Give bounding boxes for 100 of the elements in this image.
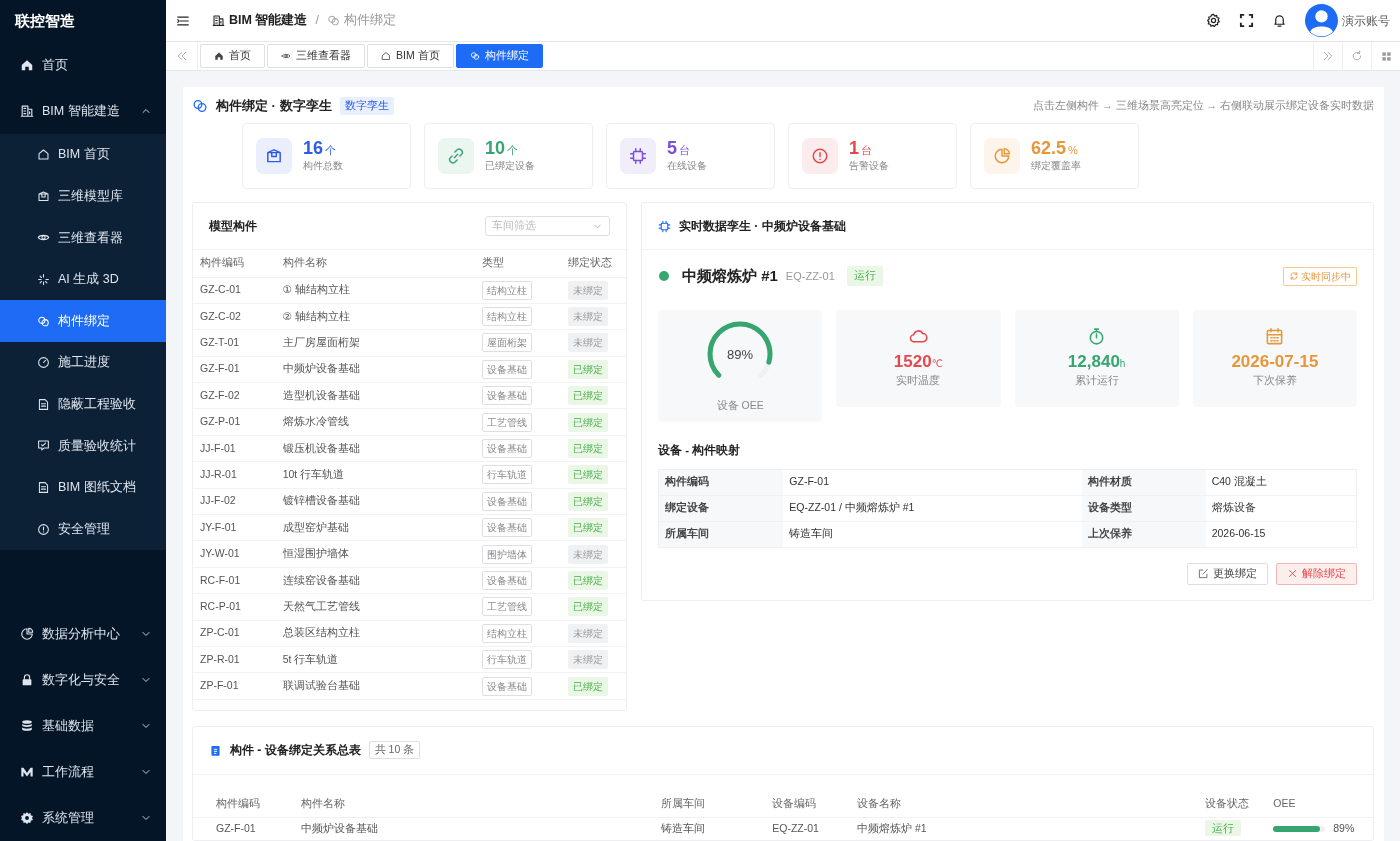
sync-tag: 实时同步中 (1283, 266, 1357, 286)
sidebar-item[interactable]: 工作流程 (0, 749, 166, 795)
user-name[interactable]: 演示账号 (1342, 11, 1390, 30)
field-value: EQ-ZZ-01 / 中频熔炼炉 #1 (789, 501, 915, 514)
sidebar-subitem[interactable]: 隐蔽工程验收 (0, 383, 166, 426)
avatar-icon[interactable] (1305, 4, 1338, 37)
metric-label: 设备 OEE (716, 397, 764, 413)
sidebar-item[interactable]: 系统管理 (0, 795, 166, 841)
unbind-button[interactable]: 解除绑定 (1276, 562, 1357, 585)
sidebar-subitem[interactable]: 安全管理 (0, 508, 166, 550)
box-icon (265, 147, 283, 165)
table-cell: 中频炉设备基础 (282, 362, 360, 375)
sidebar-subitem[interactable]: 施工进度 (0, 341, 166, 384)
sidebar-item[interactable]: 基础数据 (0, 703, 166, 749)
gauge-icon (37, 356, 50, 370)
brand-title: 联控智造 (15, 10, 75, 31)
sidebar-subitem[interactable]: BIM 首页 (0, 134, 166, 176)
status-tag: 未绑定 (568, 280, 609, 300)
workflow-icon (20, 765, 34, 779)
bell-icon[interactable] (1272, 13, 1287, 28)
table-cell: 中频炉设备基础 (300, 822, 378, 835)
table-cell: JJ-F-01 (200, 441, 236, 454)
table-cell: JJ-R-01 (200, 468, 237, 481)
gear-icon[interactable] (1206, 13, 1221, 28)
tab[interactable]: BIM 首页 (367, 44, 454, 68)
sidebar-subitem[interactable]: BIM 图纸文档 (0, 466, 166, 509)
lock-icon (20, 673, 34, 687)
count-tag: 共 10 条 (368, 741, 421, 760)
breadcrumb-separator: / (315, 12, 319, 30)
column-header: 构件名称 (282, 256, 327, 269)
status-tag: 已绑定 (568, 676, 609, 696)
status-tag: 已绑定 (568, 359, 609, 379)
field-label: 所属车间 (665, 527, 709, 540)
sidebar-item[interactable]: 数据分析中心 (0, 611, 166, 657)
table-cell: 熔炼水冷管线 (282, 415, 349, 428)
column-header: 所属车间 (660, 796, 705, 809)
table-cell: 联调试验台基础 (282, 679, 360, 692)
table-cell: EQ-ZZ-01 (772, 822, 819, 835)
rebind-button[interactable]: 更换绑定 (1187, 562, 1268, 585)
metric-value: 1520℃ (893, 352, 943, 373)
progress-bar (1273, 826, 1326, 832)
status-tag: 已绑定 (568, 571, 609, 590)
table-cell: 恒湿围护墙体 (282, 547, 349, 560)
status-tag: 已绑定 (568, 386, 609, 406)
column-header: OEE (1273, 796, 1296, 809)
chip-icon (658, 219, 671, 233)
status-tag: 未绑定 (568, 544, 609, 564)
type-tag: 行车轨道 (481, 465, 532, 485)
menu-icon[interactable] (176, 13, 190, 28)
house-outline-icon (381, 51, 391, 61)
type-tag: 结构立柱 (481, 307, 532, 327)
link-icon (447, 147, 465, 165)
sidebar-item[interactable]: BIM 智能建造 (0, 88, 166, 134)
document-icon (37, 481, 50, 495)
panel-title: 构件 - 设备绑定关系总表 (230, 742, 361, 760)
type-tag: 设备基础 (481, 571, 532, 590)
tab[interactable]: 三维查看器 (267, 44, 365, 68)
fullscreen-icon[interactable] (1239, 13, 1254, 28)
sidebar-subitem[interactable]: 三维查看器 (0, 217, 166, 259)
column-header: 设备编码 (772, 796, 817, 809)
stat-label: 告警设备 (849, 159, 889, 174)
stat-value: 62.5% (1031, 138, 1079, 159)
table-cell: 总装区结构立柱 (282, 626, 360, 639)
tab[interactable]: 构件绑定 (455, 44, 543, 68)
column-header: 设备状态 (1204, 796, 1249, 809)
sidebar-item[interactable]: 首页 (0, 42, 166, 88)
box-icon (37, 189, 50, 203)
status-tag: 未绑定 (568, 333, 609, 353)
column-header: 设备名称 (857, 796, 902, 809)
calendar-icon (1265, 327, 1285, 347)
panel-title: 实时数据孪生 · 中频炉设备基础 (679, 218, 846, 235)
table-cell: GZ-P-01 (200, 415, 241, 428)
page-title: 构件绑定 · 数字孪生 (216, 97, 332, 116)
tab[interactable]: 首页 (200, 44, 265, 68)
sidebar-subitem[interactable]: 构件绑定 (0, 300, 166, 342)
table-cell: RC-F-01 (200, 573, 241, 586)
type-tag: 设备基础 (481, 518, 532, 538)
table-cell: ① 轴结构立柱 (282, 283, 350, 296)
table-cell: GZ-T-01 (200, 336, 240, 349)
building-icon (20, 104, 34, 118)
table-cell: 造型机设备基础 (282, 388, 360, 401)
sidebar-subitem[interactable]: 质量验收统计 (0, 425, 166, 467)
sidebar-subitem[interactable]: 三维模型库 (0, 175, 166, 218)
chain-icon (326, 14, 340, 27)
field-label: 绑定设备 (665, 501, 709, 514)
column-header: 构件名称 (300, 796, 345, 809)
breadcrumb-link[interactable]: BIM 智能建造 (229, 11, 308, 30)
sidebar-subitem[interactable]: AI 生成 3D (0, 258, 166, 301)
status-tag: 已绑定 (568, 465, 609, 485)
double-chevron-left-icon (175, 50, 188, 62)
house-outline-icon (37, 148, 50, 162)
type-tag: 设备基础 (481, 386, 532, 406)
table-cell: ZP-R-01 (200, 652, 240, 665)
table-cell: GZ-F-02 (200, 388, 240, 401)
table-cell: RC-P-01 (200, 600, 241, 612)
sidebar-item[interactable]: 数字化与安全 (0, 657, 166, 703)
table-cell: GZ-C-02 (200, 309, 241, 322)
table-cell: 89% (1333, 821, 1355, 837)
status-tag: 已绑定 (568, 439, 609, 459)
type-tag: 工艺管线 (481, 597, 532, 617)
